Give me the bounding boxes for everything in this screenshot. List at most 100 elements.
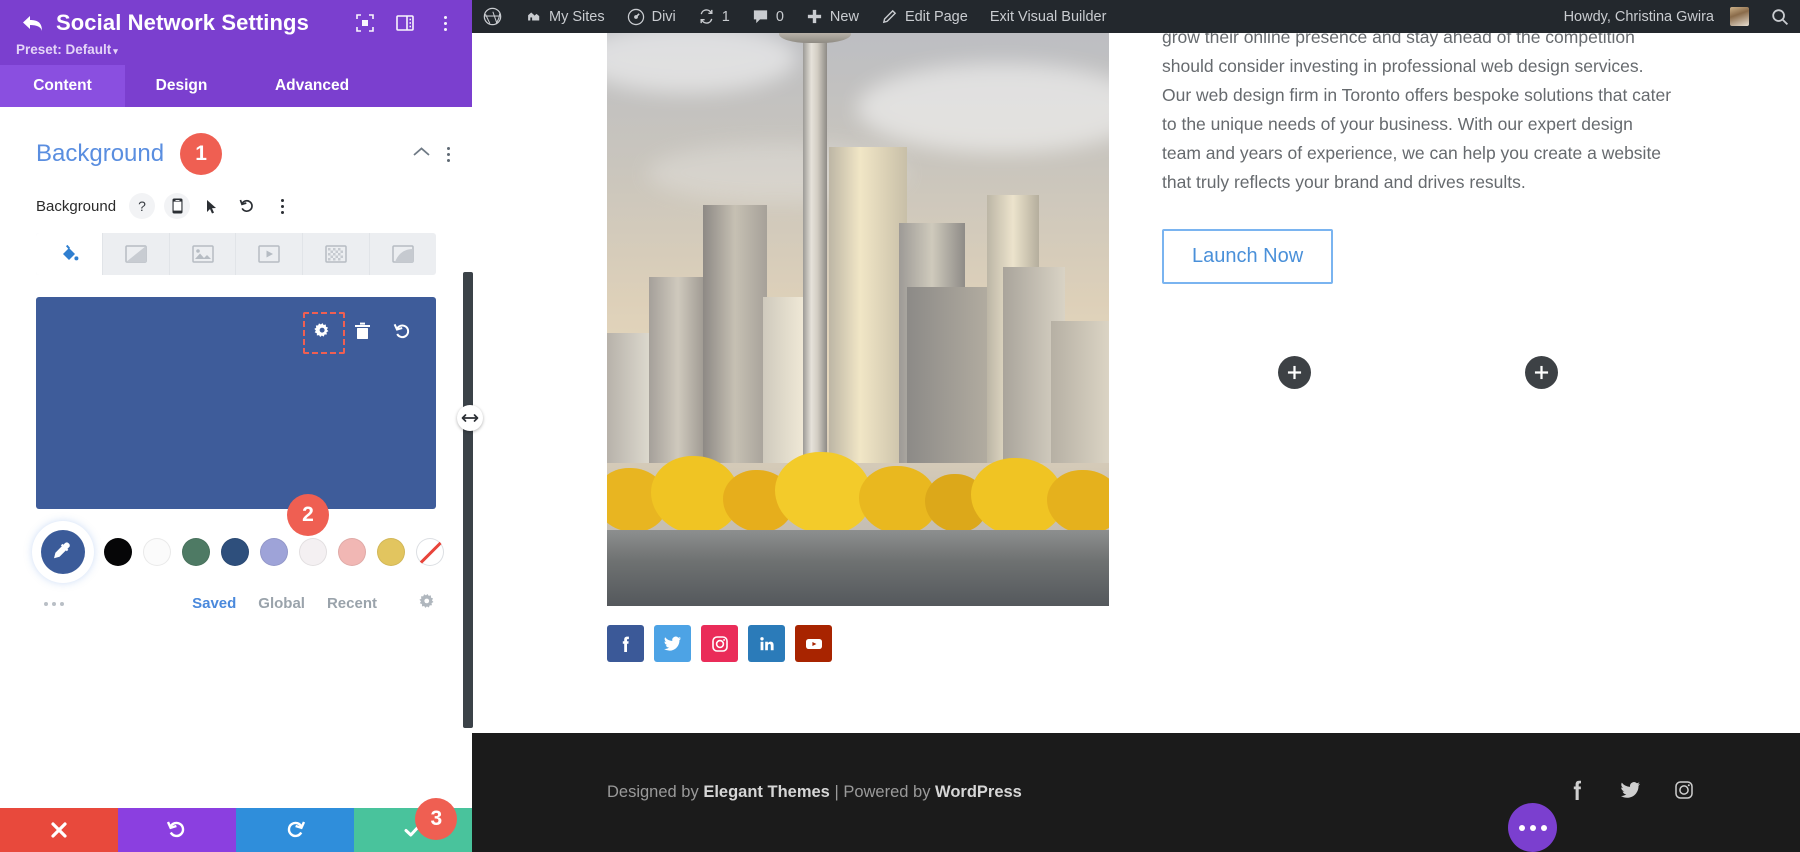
swatch-tab-saved[interactable]: Saved [192, 595, 236, 612]
step-badge-3: 3 [415, 798, 457, 840]
swatch-gold[interactable] [377, 538, 405, 566]
swatch-navy[interactable] [221, 538, 249, 566]
footer-separator: | [830, 783, 843, 801]
swatch-black[interactable] [104, 538, 132, 566]
wordpress-logo-icon[interactable] [472, 0, 513, 33]
tab-content[interactable]: Content [0, 65, 125, 107]
page-content: grow their online presence and stay ahea… [472, 33, 1800, 733]
swatch-off-white[interactable] [299, 538, 327, 566]
swatch-footer: Saved Global Recent [0, 579, 472, 614]
social-facebook[interactable] [607, 625, 644, 662]
adminbar-exit-visual-builder[interactable]: Exit Visual Builder [979, 0, 1118, 33]
responsive-icon[interactable] [164, 193, 190, 219]
tab-design[interactable]: Design [125, 65, 238, 107]
fullscreen-icon[interactable] [354, 12, 376, 34]
cancel-button[interactable] [0, 808, 118, 852]
city-skyline-image[interactable] [607, 33, 1109, 606]
bg-type-gradient-icon[interactable] [103, 233, 170, 275]
swatch-tab-recent[interactable]: Recent [327, 595, 377, 612]
facebook-icon[interactable] [1570, 779, 1587, 806]
add-module-button-right[interactable] [1525, 356, 1558, 389]
bg-type-video-icon[interactable] [236, 233, 303, 275]
swatch-tab-global[interactable]: Global [258, 595, 305, 612]
building [607, 333, 651, 463]
swatch-transparent[interactable] [416, 538, 444, 566]
adminbar-edit-page[interactable]: Edit Page [870, 0, 979, 33]
save-button[interactable]: 3 [354, 808, 472, 852]
chevron-down-icon: ▾ [113, 46, 118, 56]
reset-icon[interactable] [234, 193, 260, 219]
adminbar-updates[interactable]: 1 [687, 0, 741, 33]
background-color-preview[interactable] [36, 297, 436, 509]
adminbar-comments[interactable]: 0 [741, 0, 795, 33]
adminbar-account[interactable]: Howdy, Christina Gwira [1553, 0, 1760, 33]
footer-mid: Powered by [843, 783, 935, 801]
adminbar-updates-count: 1 [722, 9, 730, 25]
reset-icon[interactable] [390, 319, 414, 343]
step-badge-2: 2 [287, 494, 329, 536]
settings-panel-header: Social Network Settings [0, 0, 472, 65]
footer-brand-elegant-themes[interactable]: Elegant Themes [703, 783, 830, 801]
panel-resize-bar[interactable] [463, 272, 473, 728]
layout-panel-icon[interactable] [394, 12, 416, 34]
panel-resize-handle-icon[interactable] [457, 405, 483, 431]
settings-panel: Social Network Settings [0, 0, 472, 852]
swatch-pink[interactable] [338, 538, 366, 566]
search-icon[interactable] [1760, 0, 1800, 33]
social-instagram[interactable] [701, 625, 738, 662]
building [829, 147, 907, 463]
section-title[interactable]: Background [36, 140, 164, 168]
field-options-icon[interactable] [269, 193, 295, 219]
section-options-icon[interactable] [447, 147, 450, 162]
background-field-row: Background ? [0, 175, 472, 219]
kebab-menu-icon[interactable] [434, 12, 456, 34]
chevron-up-icon[interactable] [412, 145, 431, 163]
adminbar-my-sites-label: My Sites [549, 9, 605, 25]
footer-prefix: Designed by [607, 783, 703, 801]
help-icon[interactable]: ? [129, 193, 155, 219]
tab-advanced[interactable]: Advanced [238, 65, 386, 107]
adminbar-edit-page-label: Edit Page [905, 9, 968, 25]
bg-type-color-icon[interactable] [36, 233, 103, 275]
adminbar-new[interactable]: New [795, 0, 870, 33]
building [763, 297, 803, 463]
footer-brand-wordpress[interactable]: WordPress [935, 783, 1022, 801]
social-twitter[interactable] [654, 625, 691, 662]
preset-selector[interactable]: Preset: Default▾ [16, 42, 456, 57]
settings-gear-icon[interactable] [310, 319, 334, 343]
bg-type-image-icon[interactable] [170, 233, 237, 275]
twitter-icon[interactable] [1619, 779, 1641, 806]
bg-type-mask-icon[interactable] [370, 233, 436, 275]
body-paragraph[interactable]: grow their online presence and stay ahea… [1162, 33, 1672, 197]
bg-type-pattern-icon[interactable] [303, 233, 370, 275]
building [907, 287, 991, 463]
adminbar-comments-count: 0 [776, 9, 784, 25]
instagram-icon[interactable] [1673, 779, 1695, 806]
site-footer: Designed by Elegant Themes | Powered by … [472, 733, 1800, 852]
building [1051, 321, 1109, 463]
cn-tower [803, 33, 827, 463]
redo-button[interactable] [236, 808, 354, 852]
trash-icon[interactable] [350, 319, 374, 343]
gear-icon[interactable] [419, 593, 436, 614]
swatch-white[interactable] [143, 538, 171, 566]
launch-now-button[interactable]: Launch Now [1162, 229, 1333, 284]
add-module-button-left[interactable] [1278, 356, 1311, 389]
adminbar-new-label: New [830, 9, 859, 25]
adminbar-my-sites[interactable]: My Sites [513, 0, 616, 33]
step-badge-1: 1 [180, 133, 222, 175]
swatch-green[interactable] [182, 538, 210, 566]
hover-cursor-icon[interactable] [199, 193, 225, 219]
field-label: Background [36, 198, 116, 215]
more-dots-icon[interactable] [44, 602, 64, 606]
social-linkedin[interactable] [748, 625, 785, 662]
divi-menu-dots-icon[interactable] [1508, 803, 1557, 852]
back-arrow-icon[interactable] [16, 10, 50, 36]
adminbar-divi[interactable]: Divi [616, 0, 687, 33]
preset-label: Preset: Default [16, 42, 111, 57]
undo-button[interactable] [118, 808, 236, 852]
social-youtube[interactable] [795, 625, 832, 662]
adminbar-exit-label: Exit Visual Builder [990, 9, 1107, 25]
swatch-periwinkle[interactable] [260, 538, 288, 566]
eyedropper-button[interactable] [36, 525, 90, 579]
